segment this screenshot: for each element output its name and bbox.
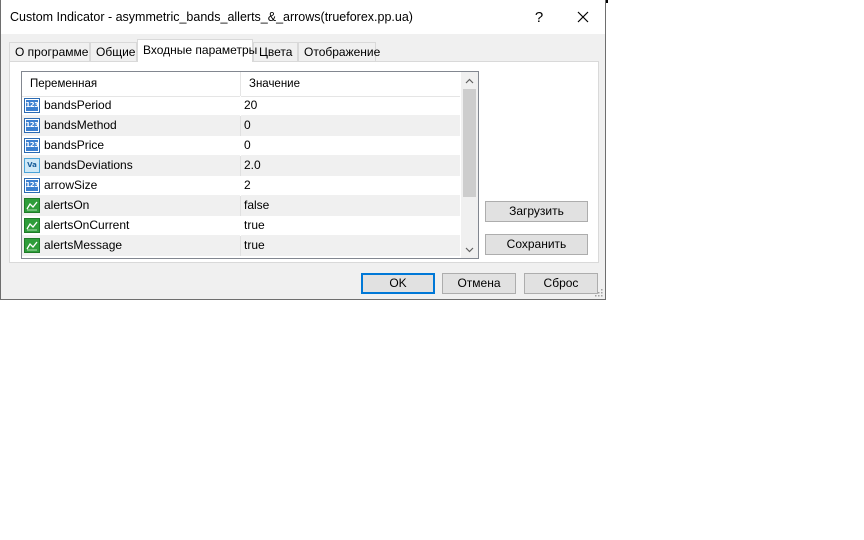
chevron-up-icon (465, 78, 474, 83)
value-cell[interactable]: 2.0 (244, 156, 261, 176)
variable-cell: alertsMessage (22, 236, 241, 256)
table-row[interactable]: Va bandsDeviations 2.0 (22, 156, 460, 176)
table-row[interactable]: 123 arrowSize 2 (22, 176, 460, 196)
integer-type-icon: 123 (24, 138, 40, 153)
custom-indicator-dialog: Custom Indicator - asymmetric_bands_alle… (0, 0, 606, 300)
parameters-grid: Переменная Значение 123 bandsPeriod 20 1… (21, 71, 479, 259)
chevron-down-icon (465, 247, 474, 252)
tab-inputs[interactable]: Входные параметры (137, 39, 257, 62)
variable-name: alertsOnCurrent (44, 218, 130, 232)
value-cell[interactable]: true (244, 216, 265, 236)
grid-header: Переменная Значение (22, 72, 460, 97)
variable-cell: 123 bandsPrice (22, 136, 241, 156)
help-button[interactable]: ? (517, 0, 561, 34)
variable-cell: 123 bandsPeriod (22, 96, 241, 116)
value-cell[interactable]: 0 (244, 116, 251, 136)
column-header-value[interactable]: Значение (241, 72, 460, 96)
value-cell[interactable]: 0 (244, 136, 251, 156)
value-cell[interactable]: true (244, 236, 265, 256)
scroll-down-button[interactable] (461, 241, 478, 258)
variable-name: bandsDeviations (44, 158, 133, 172)
tab-visualization[interactable]: Отображение (298, 42, 380, 61)
boolean-type-icon (24, 238, 40, 253)
boolean-type-icon (24, 198, 40, 213)
load-button[interactable]: Загрузить (485, 201, 588, 222)
double-type-icon: Va (24, 158, 40, 173)
save-button[interactable]: Сохранить (485, 234, 588, 255)
window-title: Custom Indicator - asymmetric_bands_alle… (10, 10, 413, 24)
resize-grip-icon[interactable] (593, 287, 603, 297)
variable-name: alertsMessage (44, 238, 123, 252)
table-row[interactable]: alertsOnCurrent true (22, 216, 460, 236)
boolean-type-icon (24, 218, 40, 233)
variable-cell: alertsOnCurrent (22, 216, 241, 236)
tab-about[interactable]: О программе (9, 42, 90, 61)
vertical-scrollbar[interactable] (461, 72, 478, 258)
table-row[interactable]: alertsOn false (22, 196, 460, 216)
scroll-up-button[interactable] (461, 72, 478, 89)
value-cell[interactable]: false (244, 196, 269, 216)
table-row[interactable]: 123 bandsMethod 0 (22, 116, 460, 136)
reset-button[interactable]: Сброс (524, 273, 598, 294)
tab-common[interactable]: Общие (90, 42, 137, 61)
variable-cell: alertsOn (22, 196, 241, 216)
variable-cell: 123 arrowSize (22, 176, 241, 196)
integer-type-icon: 123 (24, 118, 40, 133)
inputs-panel: Переменная Значение 123 bandsPeriod 20 1… (9, 61, 599, 263)
tab-colors[interactable]: Цвета (253, 42, 298, 61)
scroll-thumb[interactable] (463, 89, 476, 197)
close-icon (577, 11, 589, 23)
title-bar[interactable]: Custom Indicator - asymmetric_bands_alle… (1, 0, 605, 34)
variable-cell: Va bandsDeviations (22, 156, 241, 176)
integer-type-icon: 123 (24, 178, 40, 193)
ok-button[interactable]: OK (361, 273, 435, 294)
cancel-button[interactable]: Отмена (442, 273, 516, 294)
integer-type-icon: 123 (24, 98, 40, 113)
table-row[interactable]: 123 bandsPeriod 20 (22, 96, 460, 116)
variable-name: arrowSize (44, 178, 98, 192)
value-cell[interactable]: 20 (244, 96, 257, 116)
variable-name: alertsOn (44, 198, 90, 212)
variable-name: bandsPeriod (44, 98, 112, 112)
variable-name: bandsPrice (44, 138, 105, 152)
variable-cell: 123 bandsMethod (22, 116, 241, 136)
variable-name: bandsMethod (44, 118, 117, 132)
column-header-variable[interactable]: Переменная (22, 72, 241, 96)
table-row[interactable]: 123 bandsPrice 0 (22, 136, 460, 156)
value-cell[interactable]: 2 (244, 176, 251, 196)
close-button[interactable] (561, 0, 605, 34)
table-row[interactable]: alertsMessage true (22, 236, 460, 256)
